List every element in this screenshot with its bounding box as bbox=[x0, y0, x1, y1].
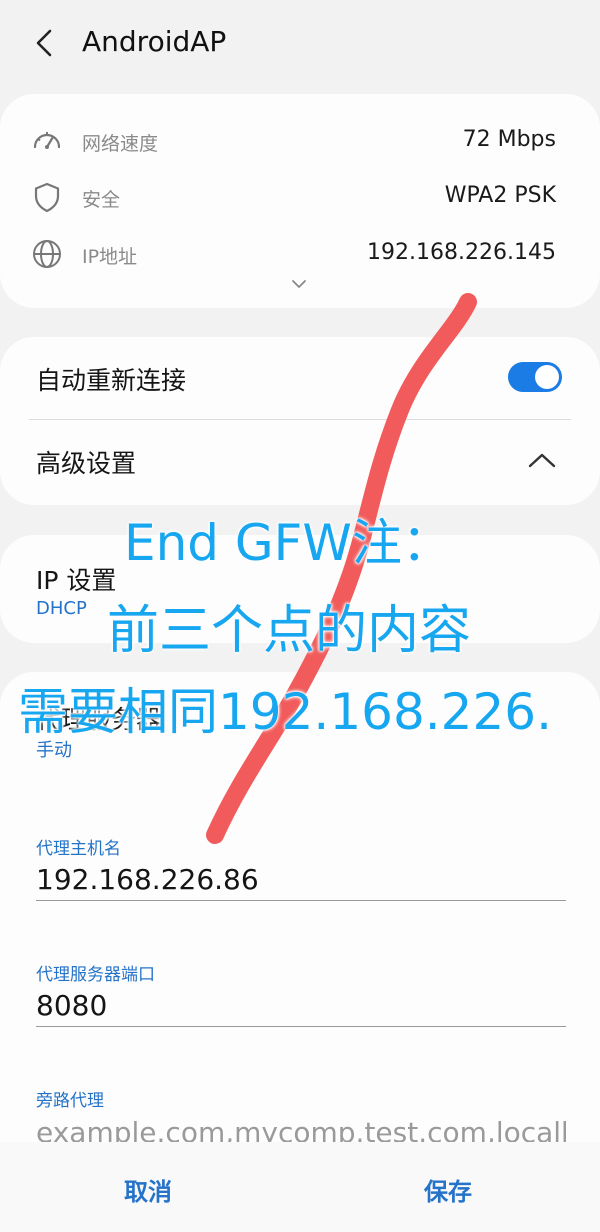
globe-icon bbox=[33, 240, 61, 268]
app-bar: AndroidAP bbox=[0, 0, 600, 84]
proxy-hostname-label: 代理主机名 bbox=[36, 839, 121, 859]
info-label-security: 安全 bbox=[82, 189, 121, 211]
proxy-setting-row[interactable]: 代理服务器 手动 bbox=[0, 672, 600, 772]
save-button[interactable]: 保存 bbox=[424, 1172, 472, 1207]
info-row-speed: 网络速度 72 Mbps bbox=[0, 121, 600, 161]
info-value-security: WPA2 PSK bbox=[444, 183, 556, 208]
info-row-security: 安全 WPA2 PSK bbox=[0, 177, 600, 217]
back-arrow-icon[interactable] bbox=[30, 26, 60, 60]
expand-chevron-icon[interactable] bbox=[290, 278, 308, 290]
auto-reconnect-label: 自动重新连接 bbox=[36, 366, 187, 395]
advanced-settings-label: 高级设置 bbox=[36, 449, 137, 478]
info-value-speed: 72 Mbps bbox=[462, 127, 556, 152]
info-label-ip: IP地址 bbox=[82, 246, 138, 268]
proxy-card: 代理服务器 手动 代理主机名 192.168.226.86 代理服务器端口 80… bbox=[0, 672, 600, 1149]
proxy-label: 代理服务器 bbox=[36, 705, 162, 734]
info-label-speed: 网络速度 bbox=[82, 133, 159, 155]
auto-reconnect-toggle[interactable] bbox=[508, 362, 562, 392]
auto-reconnect-row[interactable]: 自动重新连接 bbox=[0, 337, 600, 419]
toggle-knob bbox=[535, 365, 559, 389]
proxy-port-input[interactable]: 8080 bbox=[36, 986, 566, 1027]
shield-icon bbox=[34, 182, 60, 213]
info-row-ip: IP地址 192.168.226.145 bbox=[0, 234, 600, 274]
cancel-button[interactable]: 取消 bbox=[124, 1172, 172, 1207]
bypass-proxy-label: 旁路代理 bbox=[36, 1091, 104, 1111]
proxy-value: 手动 bbox=[36, 740, 72, 761]
proxy-port-label: 代理服务器端口 bbox=[36, 965, 155, 985]
advanced-settings-row[interactable]: 高级设置 bbox=[0, 420, 600, 505]
ip-settings-value: DHCP bbox=[36, 598, 87, 619]
bottom-action-bar: 取消 保存 bbox=[0, 1142, 600, 1232]
page-title: AndroidAP bbox=[82, 25, 227, 58]
settings-card: 自动重新连接 高级设置 bbox=[0, 337, 600, 505]
network-info-card: 网络速度 72 Mbps 安全 WPA2 PSK IP地址 192.168.22… bbox=[0, 94, 600, 308]
ip-settings-card[interactable]: IP 设置 DHCP bbox=[0, 535, 600, 643]
ip-settings-label: IP 设置 bbox=[36, 566, 117, 595]
speed-gauge-icon bbox=[33, 132, 61, 149]
proxy-hostname-input[interactable]: 192.168.226.86 bbox=[36, 860, 566, 901]
collapse-chevron-icon[interactable] bbox=[527, 451, 557, 469]
info-value-ip: 192.168.226.145 bbox=[367, 240, 556, 265]
